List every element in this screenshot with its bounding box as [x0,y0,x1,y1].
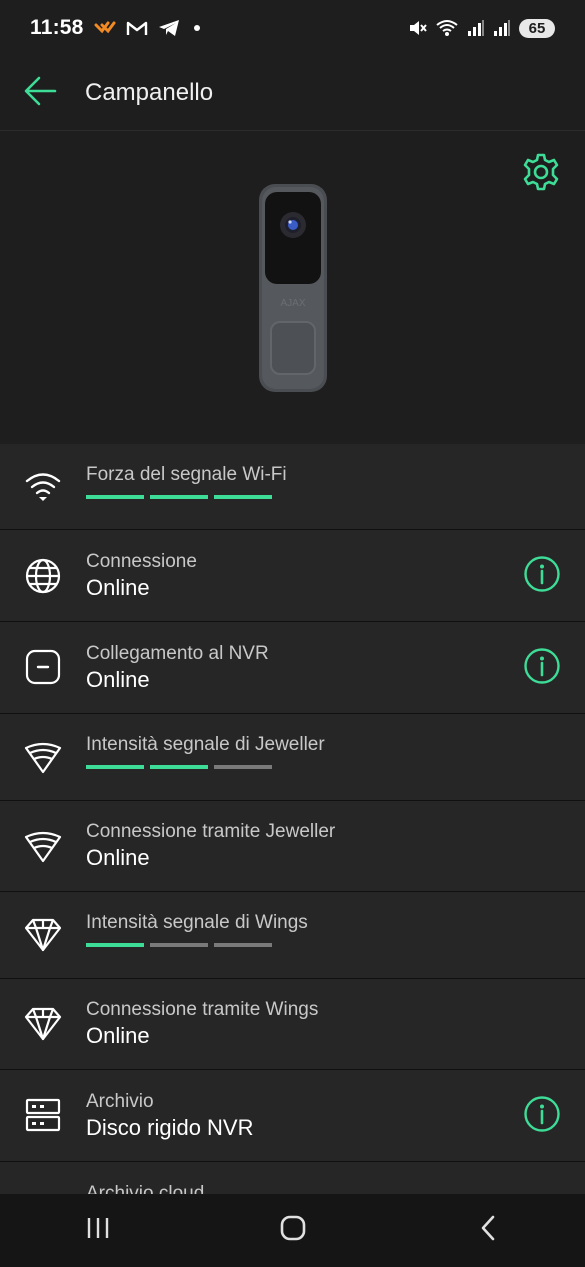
row-label: Connessione tramite Jeweller [86,821,336,842]
arrow-left-icon [23,73,59,114]
status-time: 11:58 [30,16,84,39]
signal-bars [86,765,325,769]
system-back-button[interactable] [448,1201,528,1261]
row-label: Intensità segnale di Jeweller [86,734,325,755]
row-label: Connessione tramite Wings [86,999,319,1020]
doorbell-image: AJAX [257,182,329,399]
signal-bar [150,495,208,499]
signal-icon [493,19,511,37]
mute-icon [407,18,427,38]
row-label: Archivio [86,1091,154,1112]
row-label: Connessione [86,551,197,572]
recent-apps-icon [85,1216,111,1245]
row-storage: Archivio Disco rigido NVR [0,1070,585,1162]
page-title: Campanello [85,79,214,106]
wings-icon [22,914,64,956]
row-value: Online [86,1023,150,1048]
signal-bar [86,495,144,499]
signal-bar [150,943,208,947]
device-status-list: Forza del segnale Wi-Fi Connessione Onli… [0,444,585,1222]
gear-icon [521,152,561,197]
row-jeweller-connection: Connessione tramite Jeweller Online [0,801,585,892]
row-wings-connection: Connessione tramite Wings Online [0,979,585,1070]
signal-bar [214,765,272,769]
info-icon [523,555,561,598]
battery-indicator: 65 [519,18,555,38]
wifi-status-icon [435,18,459,38]
row-label: Forza del segnale Wi-Fi [86,464,287,485]
signal-bar [86,943,144,947]
system-nav-bar [0,1194,585,1267]
home-button[interactable] [253,1201,333,1261]
row-value: Online [86,667,150,692]
info-icon [523,1095,561,1138]
row-jeweller-strength: Intensità segnale di Jeweller [0,714,585,801]
gmail-icon [126,20,148,36]
telegram-icon [158,19,180,37]
app-bar: Campanello [0,56,585,131]
row-value: Online [86,575,150,600]
row-wifi-strength: Forza del segnale Wi-Fi [0,444,585,530]
row-wings-strength: Intensità segnale di Wings [0,892,585,979]
chevron-left-icon [478,1214,498,1247]
signal-icon [467,19,485,37]
settings-button[interactable] [521,152,561,197]
dot-icon [193,25,200,31]
row-label: Collegamento al NVR [86,643,269,664]
home-icon [279,1214,307,1247]
signal-bar [150,765,208,769]
app-notification-icon [94,19,116,37]
svg-text:AJAX: AJAX [280,298,305,309]
info-button[interactable] [523,1095,561,1138]
device-hero: AJAX [0,131,585,445]
signal-bar [86,765,144,769]
row-nvr-link: Collegamento al NVR Online [0,622,585,714]
jeweller-icon [22,736,64,778]
row-value: Online [86,845,150,870]
row-connection: Connessione Online [0,530,585,622]
info-button[interactable] [523,647,561,690]
signal-bar [214,943,272,947]
recent-apps-button[interactable] [58,1201,138,1261]
signal-bars [86,495,287,499]
storage-icon [22,1094,64,1136]
status-bar: 11:58 65 [0,0,585,56]
wifi-icon [22,466,64,508]
wings-icon [22,1003,64,1045]
nvr-icon [22,646,64,688]
row-value: Disco rigido NVR [86,1115,254,1140]
signal-bars [86,943,308,947]
back-button[interactable] [0,56,84,131]
row-label: Intensità segnale di Wings [86,912,308,933]
info-button[interactable] [523,555,561,598]
globe-icon [22,555,64,597]
jeweller-icon [22,825,64,867]
info-icon [523,647,561,690]
signal-bar [214,495,272,499]
